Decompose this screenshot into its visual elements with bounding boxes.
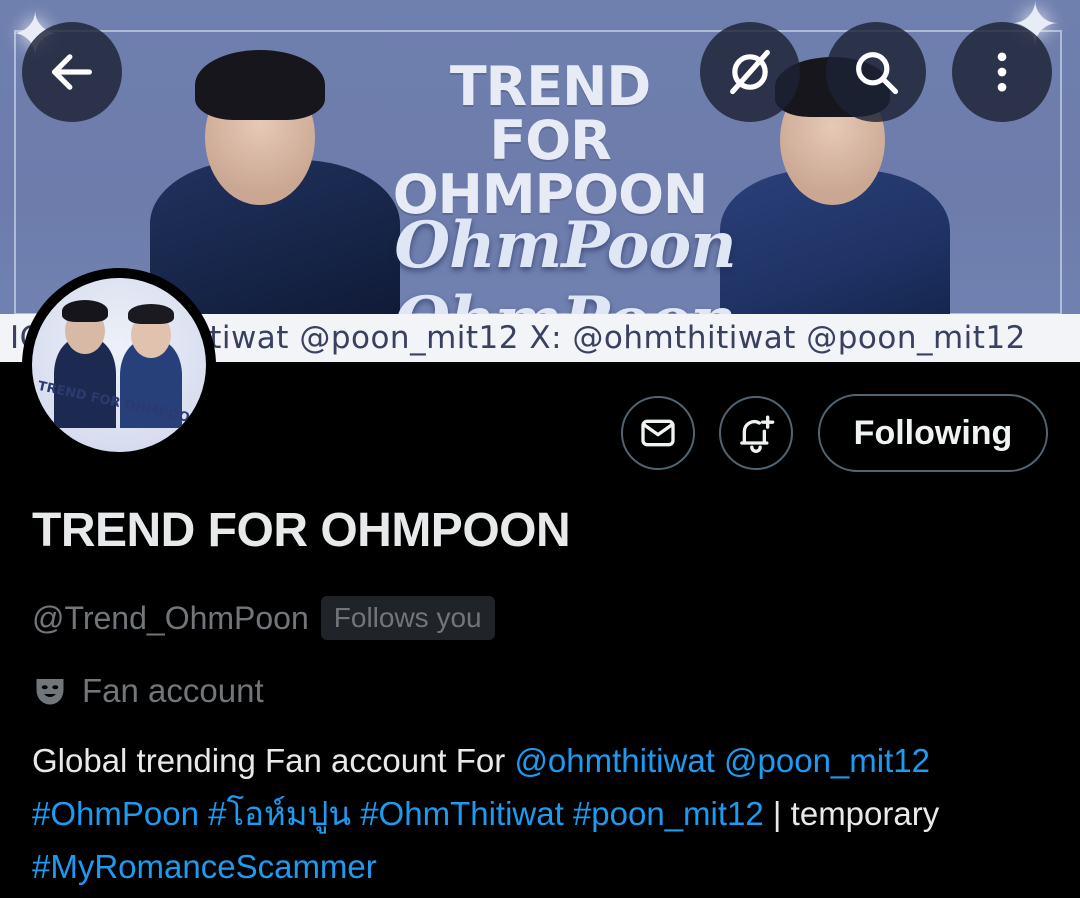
grok-button[interactable] — [700, 22, 800, 122]
message-button[interactable] — [621, 396, 695, 470]
hashtag-link[interactable]: #MyRomanceScammer — [32, 848, 377, 885]
follows-you-badge: Follows you — [320, 596, 495, 640]
envelope-icon — [641, 419, 675, 447]
banner-title: TREND FOR OHMPOON — [380, 60, 720, 222]
back-button[interactable] — [22, 22, 122, 122]
handle: @Trend_OhmPoon — [32, 599, 309, 636]
mention-link[interactable]: @poon_mit12 — [724, 742, 930, 779]
bio: Global trending Fan account For @ohmthit… — [32, 734, 1062, 893]
bio-text: | temporary — [763, 795, 940, 832]
handle-row: @Trend_OhmPoon Follows you — [32, 596, 495, 640]
bell-plus-icon — [740, 415, 775, 453]
hashtag-link[interactable]: #โอห์มปูน — [208, 795, 351, 832]
hashtag-link[interactable]: #OhmThitiwat — [360, 795, 564, 832]
category-label: Fan account — [82, 672, 264, 709]
theater-masks-icon — [36, 679, 64, 705]
display-name: TREND FOR OHMPOON — [32, 504, 571, 557]
avatar-image: TREND FOR OHMPOON — [32, 278, 206, 452]
following-button[interactable]: Following — [818, 394, 1048, 472]
arrow-left-icon — [52, 54, 92, 90]
category-row: Fan account — [32, 672, 264, 710]
grok-icon — [730, 49, 770, 95]
hashtag-link[interactable]: #OhmPoon — [32, 795, 199, 832]
search-button[interactable] — [826, 22, 926, 122]
avatar[interactable]: TREND FOR OHMPOON — [22, 268, 216, 462]
banner-title-line1: TREND — [449, 55, 651, 118]
hashtag-link[interactable]: #poon_mit12 — [573, 795, 764, 832]
bio-space — [715, 742, 724, 779]
more-vertical-icon — [997, 52, 1007, 92]
bio-text: Global trending Fan account For — [32, 742, 515, 779]
mention-link[interactable]: @ohmthitiwat — [514, 742, 714, 779]
search-icon — [856, 52, 899, 95]
notify-button[interactable] — [719, 396, 793, 470]
more-button[interactable] — [952, 22, 1052, 122]
banner-title-line2: FOR — [489, 109, 611, 172]
